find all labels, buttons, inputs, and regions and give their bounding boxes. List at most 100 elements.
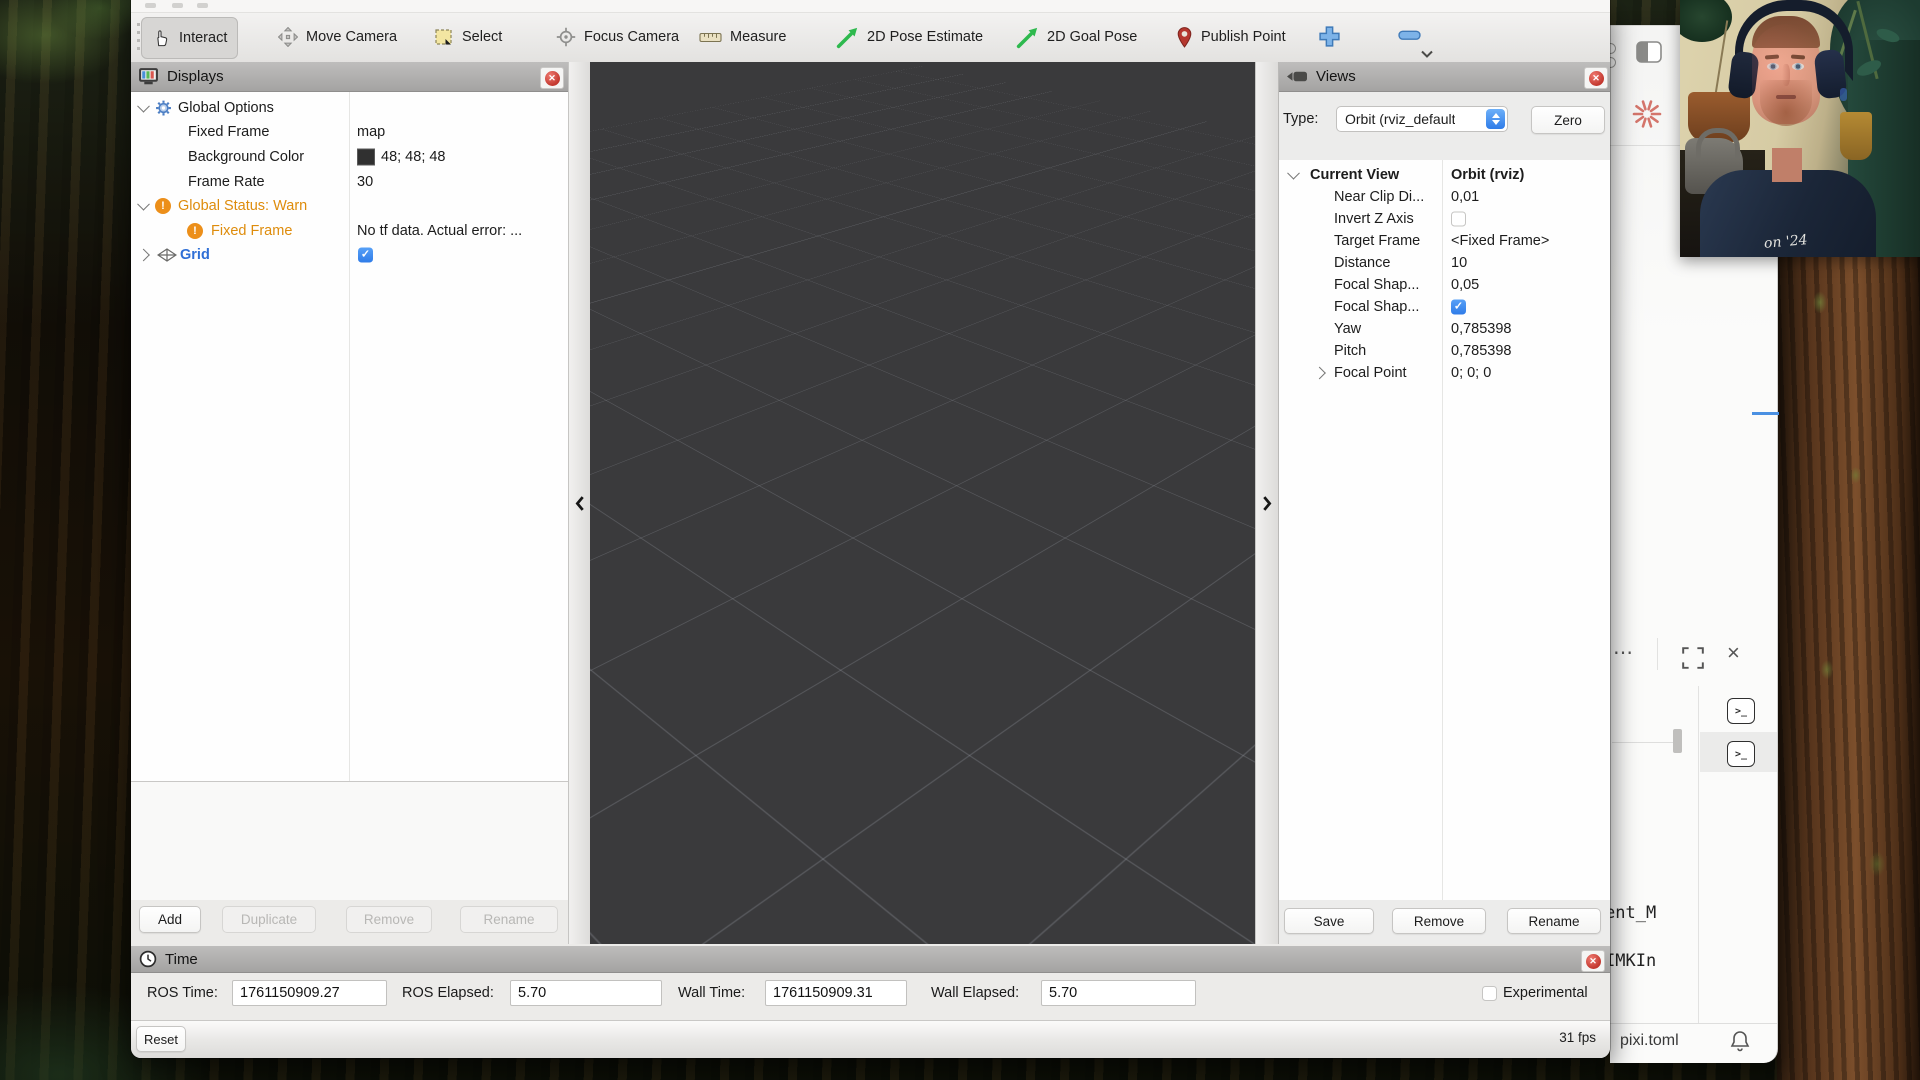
rename-button[interactable]: Rename xyxy=(1507,908,1601,934)
right-collapse-strip[interactable] xyxy=(1255,62,1280,944)
views-row-current-view[interactable]: Current View Orbit (rviz) xyxy=(1279,164,1610,186)
top-mark xyxy=(197,3,208,8)
chevron-down-icon[interactable] xyxy=(137,99,150,112)
displays-row-global-status[interactable]: ! Global Status: Warn xyxy=(131,193,568,218)
rename-button[interactable]: Rename xyxy=(460,906,558,933)
spark-asterisk-icon[interactable] xyxy=(1632,99,1662,129)
displays-row-grid[interactable]: Grid ✓ xyxy=(131,242,568,267)
add-button[interactable]: Add xyxy=(139,906,201,933)
color-swatch[interactable] xyxy=(357,148,375,165)
views-row-distance[interactable]: Distance 10 xyxy=(1279,252,1610,274)
row-value[interactable]: <Fixed Frame> xyxy=(1451,233,1549,249)
wall-elapsed-input[interactable] xyxy=(1041,980,1196,1006)
time-panel-header[interactable]: Time xyxy=(131,946,1610,973)
remove-button[interactable]: Remove xyxy=(1392,908,1486,934)
wall-time-label: Wall Time: xyxy=(678,985,745,1001)
tool-2d-goal-pose[interactable]: 2D Goal Pose xyxy=(1006,17,1147,57)
invert-z-checkbox[interactable] xyxy=(1451,212,1466,227)
chevron-right-icon[interactable] xyxy=(1262,495,1273,512)
tool-focus-camera[interactable]: Focus Camera xyxy=(546,17,689,57)
bell-icon[interactable] xyxy=(1730,1030,1750,1052)
views-row-pitch[interactable]: Pitch 0,785398 xyxy=(1279,340,1610,362)
more-menu-icon[interactable]: ⋯ xyxy=(1613,640,1635,665)
fullscreen-icon[interactable] xyxy=(1681,646,1705,670)
views-panel-header[interactable]: Views xyxy=(1279,62,1610,92)
chevron-right-icon[interactable] xyxy=(137,248,150,261)
time-panel: Time ✕ ROS Time: ROS Elapsed: Wall Time:… xyxy=(131,944,1610,1020)
views-row-near-clip[interactable]: Near Clip Di... 0,01 xyxy=(1279,186,1610,208)
row-value[interactable]: 48; 48; 48 xyxy=(381,149,446,165)
close-icon[interactable]: × xyxy=(1727,640,1740,666)
displays-row-fixed-frame-status[interactable]: ! Fixed Frame No tf data. Actual error: … xyxy=(131,218,568,243)
views-row-invert-z[interactable]: Invert Z Axis xyxy=(1279,208,1610,230)
left-collapse-strip[interactable] xyxy=(568,62,592,944)
row-value[interactable]: 0,785398 xyxy=(1451,343,1511,359)
experimental-label: Experimental xyxy=(1503,985,1588,1001)
row-label: Pitch xyxy=(1334,343,1366,359)
displays-close-button[interactable]: ✕ xyxy=(540,67,564,89)
row-value: No tf data. Actual error: ... xyxy=(357,223,522,239)
row-value[interactable]: 30 xyxy=(357,174,373,190)
toolbar-drag-handle[interactable] xyxy=(137,23,140,51)
row-label: Distance xyxy=(1334,255,1390,271)
tool-select[interactable]: Select xyxy=(424,17,512,57)
filename-label[interactable]: pixi.toml xyxy=(1620,1032,1679,1050)
duplicate-button[interactable]: Duplicate xyxy=(222,906,316,933)
displays-tree[interactable]: Global Options Fixed Frame map Backgroun… xyxy=(131,92,568,781)
reset-button[interactable]: Reset xyxy=(136,1026,186,1052)
terminal-icon[interactable]: >_ xyxy=(1727,698,1755,724)
row-value[interactable]: 10 xyxy=(1451,255,1467,271)
focal-shape-checkbox[interactable]: ✓ xyxy=(1451,300,1466,315)
remove-button[interactable]: Remove xyxy=(346,906,432,933)
add-tool-plus-icon[interactable] xyxy=(1318,25,1341,48)
tool-move-camera[interactable]: Move Camera xyxy=(268,17,407,57)
wall-time-input[interactable] xyxy=(765,980,907,1006)
views-close-button[interactable]: ✕ xyxy=(1584,67,1608,89)
row-value[interactable]: 0,785398 xyxy=(1451,321,1511,337)
views-row-yaw[interactable]: Yaw 0,785398 xyxy=(1279,318,1610,340)
experimental-checkbox[interactable] xyxy=(1482,986,1497,1001)
chevron-down-icon[interactable] xyxy=(1420,49,1434,59)
row-value[interactable]: 0,05 xyxy=(1451,277,1479,293)
ros-time-input[interactable] xyxy=(232,980,387,1006)
row-label: Target Frame xyxy=(1334,233,1420,249)
tool-interact[interactable]: Interact xyxy=(141,17,238,59)
displays-panel-header[interactable]: Displays xyxy=(131,62,568,92)
views-tree[interactable]: Current View Orbit (rviz) Near Clip Di..… xyxy=(1279,160,1610,900)
terminal-icon[interactable]: >_ xyxy=(1727,741,1755,767)
view-type-dropdown[interactable]: Orbit (rviz_default xyxy=(1336,106,1508,132)
tool-measure[interactable]: Measure xyxy=(689,17,796,57)
displays-row-fixed-frame[interactable]: Fixed Frame map xyxy=(131,119,568,144)
tool-2d-pose-estimate[interactable]: 2D Pose Estimate xyxy=(826,17,993,57)
chevron-left-icon[interactable] xyxy=(574,495,585,512)
grid-checkbox[interactable]: ✓ xyxy=(358,247,373,262)
webcam-face-tint xyxy=(1752,24,1820,124)
row-label: Invert Z Axis xyxy=(1334,211,1414,227)
displays-row-background-color[interactable]: Background Color 48; 48; 48 xyxy=(131,144,568,169)
row-value[interactable]: 0; 0; 0 xyxy=(1451,365,1491,381)
chevron-down-icon[interactable] xyxy=(1287,167,1300,180)
slider-track[interactable] xyxy=(1612,742,1673,743)
hand-cursor-icon xyxy=(152,28,171,48)
3d-viewport[interactable] xyxy=(590,62,1255,944)
zero-button[interactable]: Zero xyxy=(1531,106,1605,134)
views-row-focal-shape-fixed[interactable]: Focal Shap... ✓ xyxy=(1279,296,1610,318)
tool-label: 2D Goal Pose xyxy=(1047,29,1137,45)
ros-elapsed-input[interactable] xyxy=(510,980,662,1006)
chevron-right-icon[interactable] xyxy=(1313,367,1326,380)
row-value[interactable]: map xyxy=(357,124,385,140)
slider-handle[interactable] xyxy=(1673,729,1682,753)
sidebar-toggle-icon[interactable] xyxy=(1636,41,1662,63)
tool-publish-point[interactable]: Publish Point xyxy=(1166,17,1296,57)
displays-row-global-options[interactable]: Global Options xyxy=(131,95,568,120)
time-close-button[interactable]: ✕ xyxy=(1581,950,1605,972)
remove-tool-minus-icon[interactable] xyxy=(1398,30,1421,41)
save-button[interactable]: Save xyxy=(1284,908,1374,934)
views-row-target-frame[interactable]: Target Frame <Fixed Frame> xyxy=(1279,230,1610,252)
displays-row-frame-rate[interactable]: Frame Rate 30 xyxy=(131,169,568,194)
chevron-down-icon[interactable] xyxy=(137,197,150,210)
row-label: Grid xyxy=(180,247,210,263)
row-value[interactable]: 0,01 xyxy=(1451,189,1479,205)
views-row-focal-point[interactable]: Focal Point 0; 0; 0 xyxy=(1279,362,1610,384)
views-row-focal-shape-size[interactable]: Focal Shap... 0,05 xyxy=(1279,274,1610,296)
